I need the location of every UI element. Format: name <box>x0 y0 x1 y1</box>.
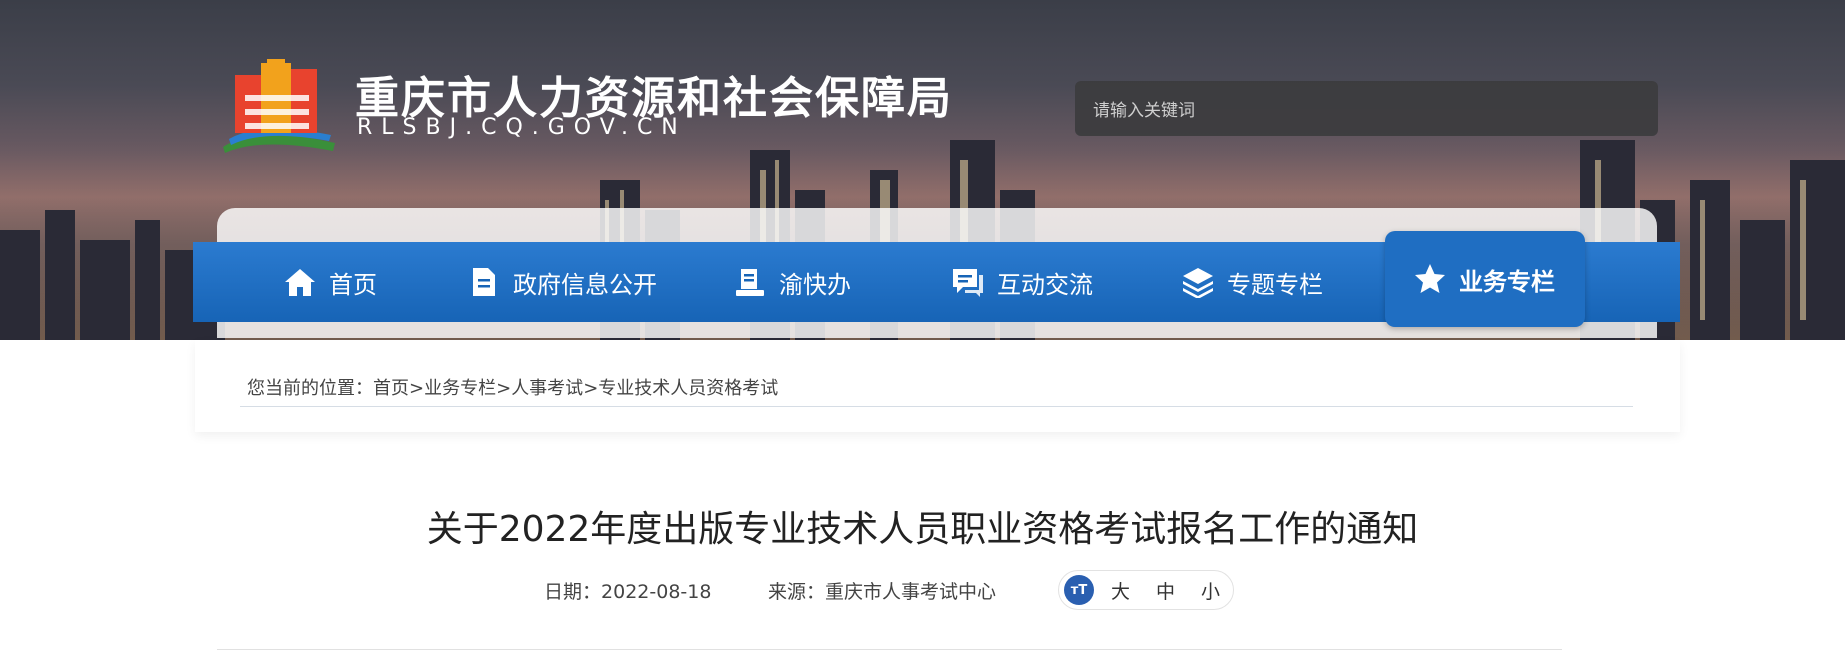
nav-item-gov-info[interactable]: 政府信息公开 <box>467 242 657 322</box>
article-date: 日期：2022-08-18 <box>544 577 711 604</box>
bureau-logo <box>223 59 335 153</box>
nav-item-label: 首页 <box>329 270 377 299</box>
font-size-large[interactable]: 大 <box>1111 577 1130 604</box>
breadcrumb-personnel-exam[interactable]: 人事考试 <box>511 378 583 399</box>
font-size-small[interactable]: 小 <box>1201 577 1220 604</box>
chat-icon <box>951 265 985 299</box>
nav-item-special-topics[interactable]: 专题专栏 <box>1181 242 1323 322</box>
home-icon <box>283 265 317 299</box>
nav-active-content: 业务专栏 <box>1413 239 1555 319</box>
breadcrumb-business[interactable]: 业务专栏 <box>424 378 496 399</box>
service-icon <box>733 265 767 299</box>
document-icon <box>467 265 501 299</box>
meta-divider <box>217 649 1562 650</box>
font-size-switcher: тT 大 中 小 <box>1058 570 1234 610</box>
nav-item-label: 专题专栏 <box>1227 270 1323 299</box>
breadcrumb-professional-qualification[interactable]: 专业技术人员资格考试 <box>598 378 778 399</box>
breadcrumb: 您当前的位置：首页>业务专栏>人事考试>专业技术人员资格考试 <box>247 374 778 400</box>
article-title: 关于2022年度出版专业技术人员职业资格考试报名工作的通知 <box>426 509 1419 550</box>
breadcrumb-separator: > <box>583 378 599 399</box>
breadcrumb-separator: > <box>409 378 425 399</box>
breadcrumb-divider <box>240 406 1633 407</box>
breadcrumb-prefix: 您当前的位置： <box>247 378 373 399</box>
search-input[interactable]: 请输入关键词 <box>1075 81 1658 136</box>
nav-item-interaction[interactable]: 互动交流 <box>951 242 1093 322</box>
site-domain: RLSBJ.CQ.GOV.CN <box>357 115 687 140</box>
layers-icon <box>1181 265 1215 299</box>
nav-item-label: 互动交流 <box>997 270 1093 299</box>
nav-item-yukuaiban[interactable]: 渝快办 <box>733 242 851 322</box>
font-size-icon: тT <box>1064 575 1094 605</box>
nav-item-label: 渝快办 <box>779 270 851 299</box>
source-value: 重庆市人事考试中心 <box>825 581 997 603</box>
source-label: 来源： <box>768 581 826 603</box>
article-source: 来源：重庆市人事考试中心 <box>768 577 996 604</box>
nav-item-home[interactable]: 首页 <box>283 242 377 322</box>
breadcrumb-home[interactable]: 首页 <box>373 378 409 399</box>
nav-item-label: 业务专栏 <box>1459 267 1555 296</box>
date-value: 2022-08-18 <box>601 581 712 603</box>
nav-item-label: 政府信息公开 <box>513 270 657 299</box>
nav-item-business[interactable]: 业务专栏 <box>1385 231 1585 327</box>
date-label: 日期： <box>544 581 602 603</box>
star-icon <box>1413 262 1447 296</box>
font-size-medium[interactable]: 中 <box>1156 577 1175 604</box>
breadcrumb-separator: > <box>496 378 512 399</box>
